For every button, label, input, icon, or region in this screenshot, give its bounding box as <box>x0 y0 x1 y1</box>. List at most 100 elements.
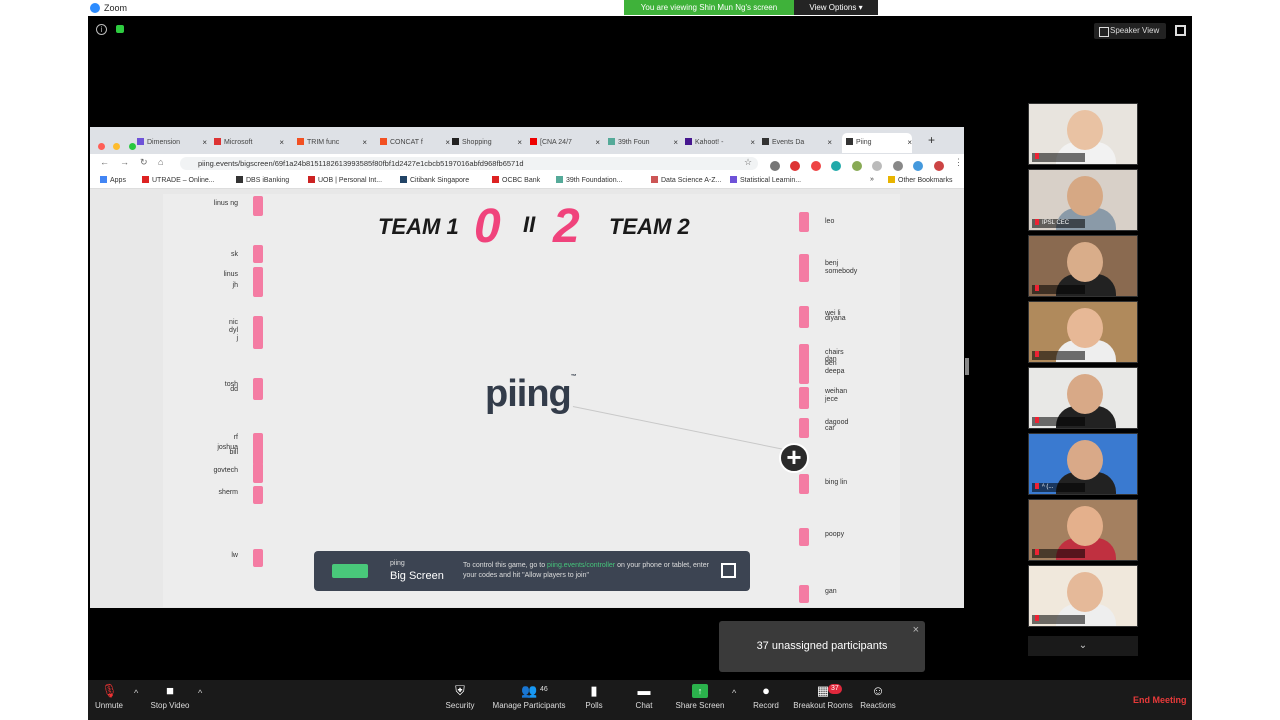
polls-button[interactable]: ▮ Polls <box>582 684 606 711</box>
bookmark-item[interactable]: 39th Foundation... <box>556 176 622 184</box>
team1-paddle <box>253 316 263 349</box>
extension-icon <box>810 161 821 171</box>
stop-video-button[interactable]: ■ Stop Video <box>148 684 192 711</box>
tab-close-icon[interactable]: × <box>362 133 367 153</box>
manage-participants-button[interactable]: 👥 Manage Participants <box>491 684 567 711</box>
bookmark-item[interactable]: Citibank Singapore <box>400 176 469 184</box>
browser-tab[interactable]: 39th Foun × <box>608 133 678 153</box>
bookmark-label: OCBC Bank <box>502 177 541 184</box>
tab-label: TRIM func <box>307 139 340 146</box>
muted-mic-icon <box>1035 549 1039 555</box>
share-options-caret[interactable]: ^ <box>732 688 736 698</box>
participant-video-thumbnail[interactable] <box>1028 103 1138 165</box>
bookmark-item[interactable]: Apps <box>100 176 126 184</box>
share-screen-icon: ↑ <box>692 684 708 698</box>
bookmark-label: Apps <box>110 177 126 184</box>
browser-tab[interactable]: Events Da × <box>762 133 832 153</box>
team2-player-name: car <box>825 425 835 432</box>
end-meeting-button[interactable]: End Meeting <box>1133 695 1187 705</box>
browser-tab[interactable]: Piing × <box>842 133 912 153</box>
split-drag-handle[interactable] <box>965 358 969 375</box>
bookmark-icon <box>400 176 407 183</box>
bookmark-item[interactable]: Data Science A-Z... <box>651 176 721 184</box>
tab-close-icon[interactable]: × <box>673 133 678 153</box>
bookmark-item[interactable]: UOB | Personal Int... <box>308 176 382 184</box>
participant-video-thumbnail[interactable] <box>1028 235 1138 297</box>
view-options-button[interactable]: View Options ▾ <box>794 0 878 15</box>
viewing-screen-banner: You are viewing Shin Mun Ng's screen <box>624 0 794 15</box>
browser-tab[interactable]: CONCAT f × <box>380 133 450 153</box>
bookmark-icon <box>236 176 243 183</box>
breakout-rooms-button[interactable]: ▦ Breakout Rooms <box>792 684 854 711</box>
bookmark-label: Citibank Singapore <box>410 177 470 184</box>
encryption-lock-icon[interactable] <box>116 25 124 33</box>
browser-tab[interactable]: TRIM func × <box>297 133 367 153</box>
tab-close-icon[interactable]: × <box>202 133 207 153</box>
speaker-view-button[interactable]: Speaker View <box>1094 23 1166 39</box>
muted-mic-icon <box>1035 351 1039 357</box>
bookmark-item[interactable]: OCBC Bank <box>492 176 540 184</box>
muted-mic-icon <box>1035 417 1039 423</box>
team1-player-name: sherm <box>218 489 238 496</box>
tab-close-icon[interactable]: × <box>279 133 284 153</box>
tab-close-icon[interactable]: × <box>595 133 600 153</box>
participant-name: IPSL CEC <box>1042 220 1070 226</box>
bookmark-icon <box>730 176 737 183</box>
participant-video-thumbnail[interactable]: ᴬ (... <box>1028 433 1138 495</box>
team2-score: 2 <box>553 200 580 253</box>
participant-face <box>1067 308 1103 348</box>
browser-tab[interactable]: [CNA 24/7 × <box>530 133 600 153</box>
ball-trajectory-line <box>572 406 791 452</box>
fullscreen-icon[interactable] <box>1175 25 1186 36</box>
team2-paddle <box>799 528 809 546</box>
meeting-info-icon[interactable]: i <box>96 24 107 35</box>
participant-video-thumbnail[interactable] <box>1028 565 1138 627</box>
banner-brand: piing <box>390 560 405 567</box>
team2-player-name: diyana <box>825 315 846 322</box>
team1-player-name: lw <box>231 552 238 559</box>
team1-paddle <box>253 378 263 400</box>
browser-tab[interactable]: Microsoft × <box>214 133 284 153</box>
bookmark-item[interactable]: Statistical Learnin... <box>730 176 801 184</box>
tab-close-icon[interactable]: × <box>750 133 755 153</box>
participant-video-thumbnail[interactable] <box>1028 301 1138 363</box>
shield-icon: ⛨ <box>455 683 465 698</box>
bookmark-icon <box>492 176 499 183</box>
participant-video-thumbnail[interactable] <box>1028 367 1138 429</box>
tab-close-icon[interactable]: × <box>827 133 832 153</box>
tab-close-icon[interactable]: × <box>445 133 450 153</box>
scroll-down-thumbnails-button[interactable]: ⌄ <box>1028 636 1138 656</box>
bookmark-item[interactable]: UTRADE – Online... <box>142 176 215 184</box>
participant-video-thumbnail[interactable]: IPSL CEC <box>1028 169 1138 231</box>
bookmark-item[interactable]: » <box>870 176 874 183</box>
tab-close-icon[interactable]: × <box>907 133 912 153</box>
audio-options-caret[interactable]: ^ <box>134 688 138 698</box>
toast-close-icon[interactable]: × <box>913 625 919 636</box>
chat-button[interactable]: ▬ Chat <box>632 684 656 711</box>
record-button[interactable]: ● Record <box>751 684 781 711</box>
breakout-badge: 37 <box>828 684 842 694</box>
share-screen-label: Share Screen <box>675 701 725 710</box>
browser-tab[interactable]: Dimension × <box>137 133 207 153</box>
participant-video-thumbnail[interactable] <box>1028 499 1138 561</box>
record-label: Record <box>753 701 779 710</box>
tab-label: Piing <box>856 139 872 146</box>
browser-tab[interactable]: Kahoot! - × <box>685 133 755 153</box>
unmute-button[interactable]: 🎙 Unmute <box>94 684 124 711</box>
team2-paddle <box>799 387 809 409</box>
zoom-window: Zoom You are viewing Shin Mun Ng's scree… <box>0 0 1280 720</box>
team2-paddle <box>799 306 809 328</box>
extension-icon <box>933 161 944 171</box>
toast-text: 37 unassigned participants <box>756 640 888 652</box>
bookmark-item[interactable]: Other Bookmarks <box>888 176 952 184</box>
bookmark-label: UOB | Personal Int... <box>318 177 383 184</box>
security-button[interactable]: ⛨ Security <box>444 683 476 711</box>
share-screen-button[interactable]: ↑ Share Screen <box>675 684 725 710</box>
reactions-button[interactable]: ☺ Reactions <box>860 684 896 711</box>
video-options-caret[interactable]: ^ <box>198 688 202 698</box>
team2-paddle <box>799 418 809 438</box>
browser-tab[interactable]: Shopping × <box>452 133 522 153</box>
bookmark-icon <box>142 176 149 183</box>
tab-close-icon[interactable]: × <box>517 133 522 153</box>
bookmark-item[interactable]: DBS iBanking <box>236 176 289 184</box>
